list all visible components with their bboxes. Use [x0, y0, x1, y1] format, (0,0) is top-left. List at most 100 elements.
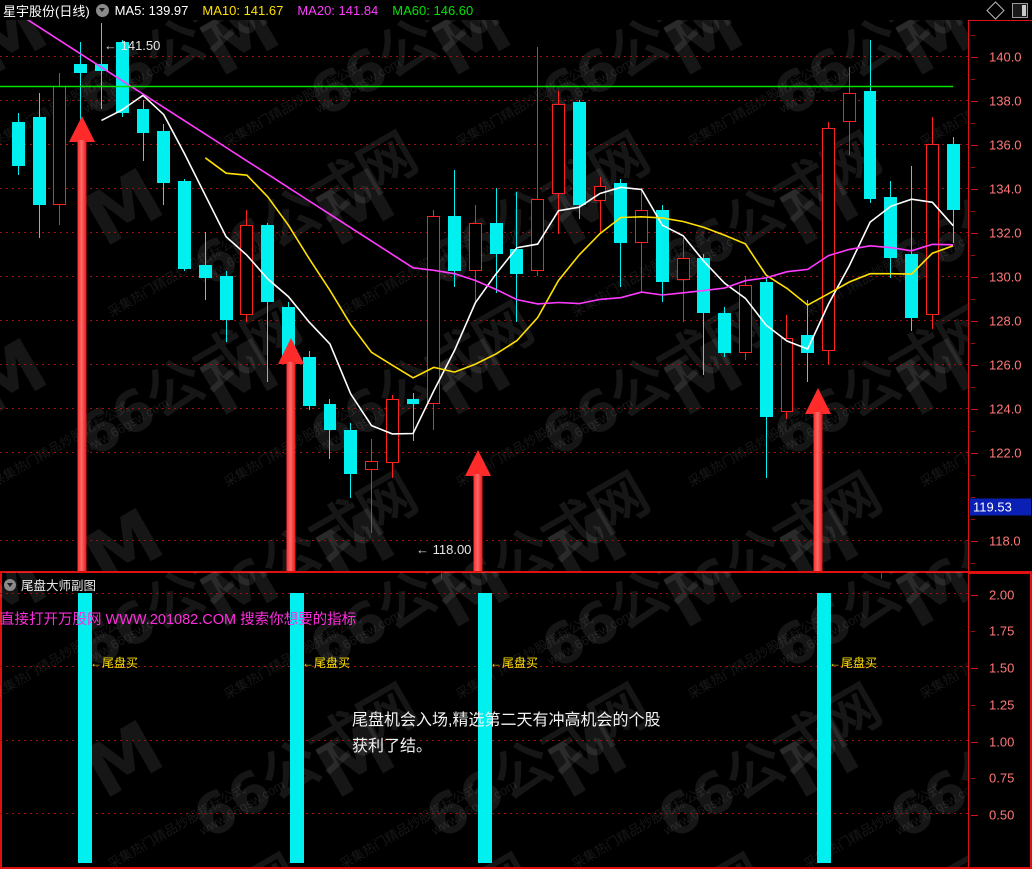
annotation-line-2: 获利了结。: [352, 738, 433, 755]
signal-label: ←尾盘买: [829, 656, 878, 671]
candle-body: [261, 225, 275, 303]
candle-wick: [371, 438, 373, 534]
candle-body: [323, 403, 337, 430]
arrow-shaft: [813, 412, 823, 572]
indicator-axis-tick: [971, 668, 978, 669]
ma5-readout: MA5: 139.97: [114, 2, 189, 18]
price-axis: 140.0 138.0 136.0 134.0 132.0 130.0 128.0 126.0…: [968, 20, 1032, 572]
candle[interactable]: [489, 20, 503, 572]
arrow-head-icon: [465, 450, 491, 476]
candle[interactable]: [302, 20, 316, 572]
candle-body: [198, 264, 212, 279]
candle-body: [95, 64, 108, 72]
candle-body: [780, 337, 794, 413]
price-axis-minor-tick: [971, 35, 975, 36]
candle[interactable]: [219, 20, 233, 572]
watermark-text: 采集热门精品炒股指标公式: [569, 780, 712, 869]
watermark-text: 采集热门精品炒股指标公式: [105, 780, 248, 869]
candle[interactable]: [655, 20, 669, 572]
watermark-brand: 66公式网: [878, 673, 968, 853]
candle[interactable]: [448, 20, 462, 572]
signal-bar[interactable]: [817, 592, 831, 863]
candle[interactable]: [572, 20, 586, 572]
buy-arrow-4[interactable]: [805, 388, 831, 572]
candle-body: [365, 460, 378, 470]
candle-body: [32, 117, 46, 206]
candle[interactable]: [406, 20, 420, 572]
candle[interactable]: [365, 20, 378, 572]
arrow-shaft: [473, 474, 483, 572]
candle[interactable]: [842, 20, 856, 572]
arrow-shaft: [77, 140, 87, 572]
candle[interactable]: [635, 20, 648, 572]
price-axis-minor-tick: [971, 343, 975, 344]
watermark-text: 采集热门精品炒股指标公式: [685, 610, 828, 702]
price-axis-tick: [971, 453, 978, 454]
chevron-down-icon[interactable]: [95, 3, 109, 17]
candle-body: [946, 143, 960, 210]
candle[interactable]: [157, 20, 171, 572]
price-axis-label: 134.0: [989, 181, 1022, 197]
candle[interactable]: [385, 20, 399, 572]
candle[interactable]: [946, 20, 960, 572]
candle[interactable]: [11, 20, 25, 572]
candle[interactable]: [115, 20, 129, 572]
candle[interactable]: [427, 20, 441, 572]
candle[interactable]: [676, 20, 690, 572]
watermark-logo: M: [0, 20, 62, 94]
candle-body: [552, 104, 565, 195]
candle-wick: [80, 42, 82, 120]
candle[interactable]: [614, 20, 628, 572]
price-axis-tick: [971, 101, 978, 102]
candle[interactable]: [323, 20, 337, 572]
price-axis-tick: [971, 365, 978, 366]
candle[interactable]: [32, 20, 46, 572]
candle[interactable]: [593, 20, 607, 572]
signal-label: ←尾盘买: [90, 656, 139, 671]
price-plot-area[interactable]: M采集热门精品炒股指标公式66公式网www.66gsw.comM采集热门精品炒股…: [0, 20, 968, 572]
candle[interactable]: [95, 20, 108, 572]
candle[interactable]: [552, 20, 565, 572]
signal-bar[interactable]: [290, 592, 304, 863]
candle[interactable]: [531, 20, 545, 572]
indicator-axis-tick: [971, 778, 975, 779]
price-axis-minor-tick: [971, 167, 975, 168]
candle[interactable]: [884, 20, 898, 572]
promo-text: 直接打开万股网 WWW.201082.COM 搜索你想要的指标: [0, 612, 357, 628]
price-axis-minor-tick: [971, 475, 975, 476]
diamond-icon[interactable]: [986, 0, 1005, 20]
candle[interactable]: [780, 20, 794, 572]
price-axis-minor-tick: [971, 299, 975, 300]
candle[interactable]: [738, 20, 752, 572]
candle[interactable]: [718, 20, 732, 572]
price-axis-minor-tick: [971, 497, 975, 498]
price-axis-tick: [971, 541, 978, 542]
annotation-line-1: 尾盘机会入场,精选第二天有冲高机会的个股: [352, 712, 661, 729]
buy-arrow-1[interactable]: [69, 116, 95, 572]
watermark-brand: 66公式网: [762, 572, 968, 683]
candle-body: [302, 357, 316, 406]
candle[interactable]: [198, 20, 212, 572]
indicator-title-bar[interactable]: 尾盘大师副图: [4, 575, 96, 594]
candle[interactable]: [344, 20, 358, 572]
panel-layout-icon[interactable]: [1012, 2, 1028, 18]
buy-arrow-2[interactable]: [278, 338, 304, 572]
candle[interactable]: [905, 20, 919, 572]
chevron-down-icon[interactable]: [4, 578, 16, 591]
price-axis-tick: [971, 189, 978, 190]
candle[interactable]: [178, 20, 191, 572]
candle[interactable]: [510, 20, 524, 572]
chart-header: 星宇股份(日线) MA5: 139.97 MA10: 141.67 MA20: …: [0, 0, 1032, 20]
candle[interactable]: [863, 20, 877, 572]
signal-bar[interactable]: [78, 592, 92, 863]
candle[interactable]: [925, 20, 939, 572]
price-axis-tick: [971, 321, 978, 322]
buy-arrow-3[interactable]: [465, 450, 491, 572]
candle[interactable]: [53, 20, 67, 572]
candle[interactable]: [261, 20, 275, 572]
ma20-readout: MA20: 141.84: [297, 2, 379, 18]
candle[interactable]: [136, 20, 150, 572]
candle[interactable]: [759, 20, 773, 572]
candle[interactable]: [240, 20, 254, 572]
candle[interactable]: [697, 20, 711, 572]
